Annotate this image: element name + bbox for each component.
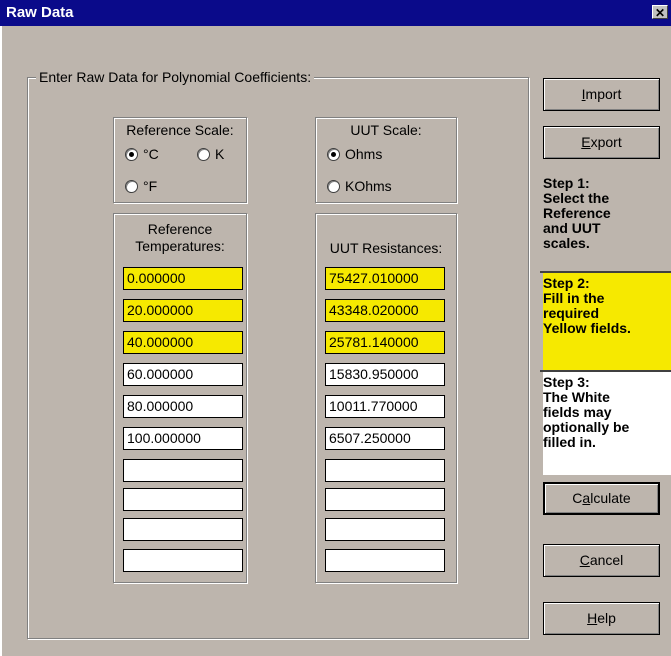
radio-uut-kohms[interactable]: KOhms [327,178,392,194]
radio-label: °C [143,146,159,162]
uut-resistance-field-8[interactable] [325,488,445,511]
uut-resistance-field-7[interactable] [325,459,445,482]
uut-resistance-field-6[interactable]: 6507.250000 [325,427,445,450]
reference-temperatures-label: Reference Temperatures: [135,221,225,254]
close-icon: ✕ [654,6,666,20]
reference-temperature-field-7[interactable] [123,459,243,482]
uut-resistance-field-3[interactable]: 25781.140000 [325,331,445,354]
reference-temperature-field-9[interactable] [123,518,243,541]
radio-unselected-icon [197,147,210,161]
reference-temperature-field-4[interactable]: 60.000000 [123,363,243,386]
reference-temperature-field-1[interactable]: 0.000000 [123,267,243,290]
uut-scale-label: UUT Scale: [350,122,422,138]
radio-uut-ohms[interactable]: Ohms [327,146,382,162]
reference-scale-label: Reference Scale: [126,122,234,138]
radio-reference-fahrenheit[interactable]: °F [125,178,157,194]
uut-resistance-field-9[interactable] [325,518,445,541]
radio-label: Ohms [345,146,383,162]
uut-resistance-field-5[interactable]: 10011.770000 [325,395,445,418]
calculate-button[interactable]: Calculate [543,482,660,515]
step-3-instructions: Step 3: The White fields may optionally … [543,372,671,475]
title-bar: Raw Data ✕ [0,0,671,26]
reference-temperature-field-10[interactable] [123,549,243,572]
radio-unselected-icon [125,179,138,193]
radio-selected-icon [327,147,340,161]
group-legend: Enter Raw Data for Polynomial Coefficien… [36,69,315,85]
radio-label: °F [143,178,158,194]
uut-resistances-label: UUT Resistances: [329,240,443,256]
radio-reference-kelvin[interactable]: K [197,146,224,162]
uut-resistance-field-10[interactable] [325,549,445,572]
help-button[interactable]: Help [543,602,660,635]
reference-temperature-field-3[interactable]: 40.000000 [123,331,243,354]
radio-reference-celsius[interactable]: °C [125,146,159,162]
radio-unselected-icon [327,179,340,193]
uut-resistance-field-2[interactable]: 43348.020000 [325,299,445,322]
export-button[interactable]: Export [543,126,660,159]
window-title: Raw Data [6,4,74,21]
close-button[interactable]: ✕ [652,5,668,20]
reference-temperature-field-5[interactable]: 80.000000 [123,395,243,418]
step-2-instructions: Step 2: Fill in the required Yellow fiel… [543,273,671,370]
reference-temperature-field-8[interactable] [123,488,243,511]
import-button[interactable]: Import [543,78,660,111]
radio-selected-icon [125,147,138,161]
uut-resistance-field-1[interactable]: 75427.010000 [325,267,445,290]
radio-label: KOhms [345,178,392,194]
reference-temperature-field-6[interactable]: 100.000000 [123,427,243,450]
reference-temperature-field-2[interactable]: 20.000000 [123,299,243,322]
radio-label: K [215,146,225,162]
uut-resistance-field-4[interactable]: 15830.950000 [325,363,445,386]
cancel-button[interactable]: Cancel [543,544,660,577]
step-1-instructions: Step 1: Select the Reference and UUT sca… [543,175,611,251]
